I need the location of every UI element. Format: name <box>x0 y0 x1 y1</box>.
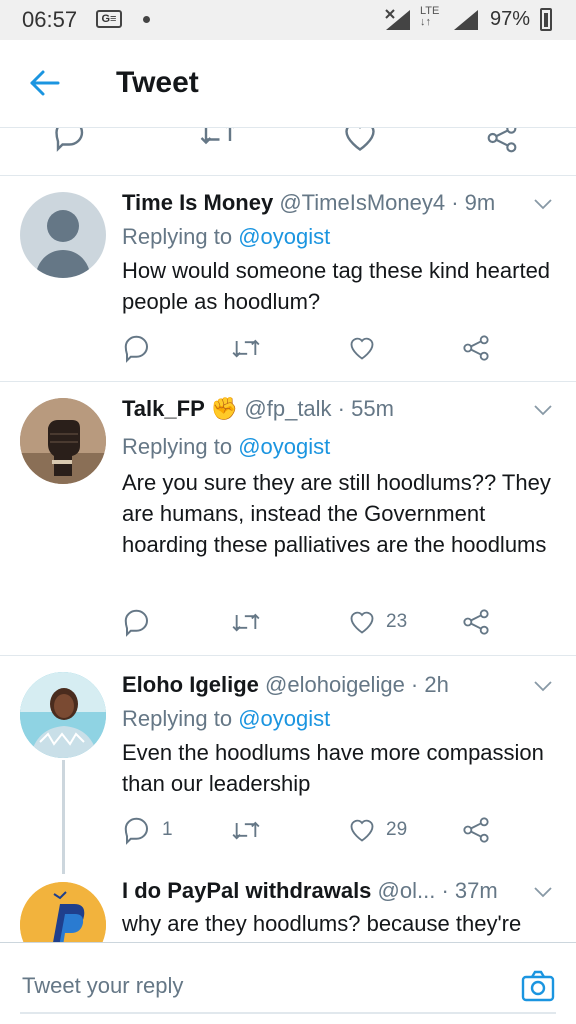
previous-tweet-actions <box>0 128 576 176</box>
replying-mention-link[interactable]: @oyogist <box>238 706 330 731</box>
replying-mention-link[interactable]: @oyogist <box>238 434 330 459</box>
retweet-icon <box>232 821 260 840</box>
author-handle[interactable]: @ol... <box>378 878 436 903</box>
tweet-actions <box>122 332 522 364</box>
replying-to: Replying to @oyogist <box>122 434 331 459</box>
thread-connector-line <box>62 760 65 874</box>
app-header: Tweet <box>0 40 576 128</box>
share-button[interactable] <box>462 814 490 846</box>
author-name[interactable]: Eloho Igelige <box>122 672 259 697</box>
reply-button[interactable] <box>122 606 162 638</box>
heart-icon[interactable] <box>342 128 378 154</box>
page-title: Tweet <box>116 66 199 99</box>
chevron-down-icon[interactable] <box>534 404 552 416</box>
tweet-time: · 37m <box>435 878 498 903</box>
avatar[interactable] <box>20 882 106 942</box>
share-icon <box>463 817 489 843</box>
reply-composer[interactable]: Tweet your reply <box>0 942 576 1024</box>
reply-icon <box>124 335 149 363</box>
share-button[interactable] <box>462 606 490 638</box>
retweet-button[interactable] <box>230 606 262 638</box>
tweet-item[interactable]: I do PayPal withdrawals @ol... · 37m why… <box>0 866 576 942</box>
tweet-item[interactable]: Talk_FP ✊ @fp_talk · 55m Replying to @oy… <box>0 382 576 656</box>
status-time: 06:57 <box>22 7 78 32</box>
reply-input-underline <box>20 1012 556 1014</box>
notification-dot-icon <box>143 16 150 23</box>
tweet-item[interactable]: Eloho Igelige @elohoigelige · 2h Replyin… <box>0 656 576 874</box>
reply-button[interactable]: 1 <box>122 814 173 846</box>
author-name[interactable]: Talk_FP <box>122 396 205 421</box>
like-count: 23 <box>386 611 408 632</box>
tweet-time: · 2h <box>404 672 449 697</box>
default-avatar-icon <box>35 210 91 278</box>
signal-no-service-icon <box>385 9 410 30</box>
chevron-down-icon[interactable] <box>534 198 552 210</box>
reply-input[interactable]: Tweet your reply <box>22 973 183 999</box>
like-button[interactable] <box>348 332 386 364</box>
tweet-item[interactable]: Time Is Money @TimeIsMoney4 · 9m Replyin… <box>0 176 576 382</box>
retweet-icon <box>232 339 260 358</box>
like-button[interactable]: 29 <box>348 814 407 846</box>
tweet-header: I do PayPal withdrawals @ol... · 37m <box>122 878 556 904</box>
heart-icon <box>350 337 374 360</box>
reply-count: 1 <box>162 819 173 840</box>
paypal-logo-avatar-image <box>20 882 106 942</box>
author-name[interactable]: Time Is Money <box>122 190 273 215</box>
battery-percent: 97% <box>490 8 531 30</box>
lte-indicator: LTE ↓↑ <box>420 5 440 28</box>
avatar[interactable] <box>20 672 106 758</box>
tweet-header: Time Is Money @TimeIsMoney4 · 9m <box>122 190 556 216</box>
user-photo-avatar-image <box>20 672 106 758</box>
reply-button[interactable] <box>122 332 162 364</box>
reply-icon <box>124 817 149 845</box>
reply-icon <box>124 609 149 637</box>
tweet-header: Talk_FP ✊ @fp_talk · 55m <box>122 396 556 422</box>
signal-strength-icon <box>454 10 478 30</box>
ge-icon: G≡ <box>96 10 122 28</box>
like-count: 29 <box>386 819 408 840</box>
tweet-text: Even the hoodlums have more compassion t… <box>122 740 544 796</box>
arrow-left-icon[interactable] <box>28 68 62 98</box>
battery-icon <box>540 8 552 31</box>
tweet-header: Eloho Igelige @elohoigelige · 2h <box>122 672 556 698</box>
raised-fist-avatar-image <box>20 398 106 484</box>
replying-to: Replying to @oyogist <box>122 224 331 249</box>
author-handle[interactable]: @elohoigelige <box>265 672 405 697</box>
author-handle[interactable]: @TimeIsMoney4 <box>279 190 445 215</box>
replying-mention-link[interactable]: @oyogist <box>238 224 330 249</box>
tweet-text: why are they hoodlums? because they're <box>122 911 522 936</box>
chevron-down-icon[interactable] <box>534 680 552 692</box>
author-name[interactable]: I do PayPal withdrawals <box>122 878 371 903</box>
reply-icon[interactable] <box>52 128 88 152</box>
replying-to: Replying to @oyogist <box>122 706 331 731</box>
like-button[interactable]: 23 <box>348 606 407 638</box>
retweet-icon[interactable] <box>198 128 238 150</box>
tweet-time: · 9m <box>445 190 496 215</box>
tweet-text: How would someone tag these kind hearted… <box>122 258 551 314</box>
retweet-button[interactable] <box>230 332 262 364</box>
chevron-down-icon[interactable] <box>534 886 552 898</box>
retweet-button[interactable] <box>230 814 262 846</box>
fist-emoji-badge: ✊ <box>210 396 239 421</box>
camera-icon[interactable] <box>521 970 555 1002</box>
share-icon <box>463 335 489 361</box>
heart-icon <box>350 611 374 634</box>
avatar[interactable] <box>20 192 106 278</box>
share-button[interactable] <box>462 332 490 364</box>
retweet-icon <box>232 613 260 632</box>
share-icon[interactable] <box>486 128 518 154</box>
author-handle[interactable]: @fp_talk <box>244 396 331 421</box>
heart-icon <box>350 819 374 842</box>
tweet-actions: 1 29 <box>122 814 522 846</box>
status-bar: 06:57 G≡ LTE ↓↑ 97% <box>0 0 576 40</box>
tweet-text: Are you sure they are still hoodlums?? T… <box>122 470 551 557</box>
tweet-actions: 23 <box>122 606 522 638</box>
avatar[interactable] <box>20 398 106 484</box>
tweet-time: · 55m <box>331 396 394 421</box>
share-icon <box>463 609 489 635</box>
